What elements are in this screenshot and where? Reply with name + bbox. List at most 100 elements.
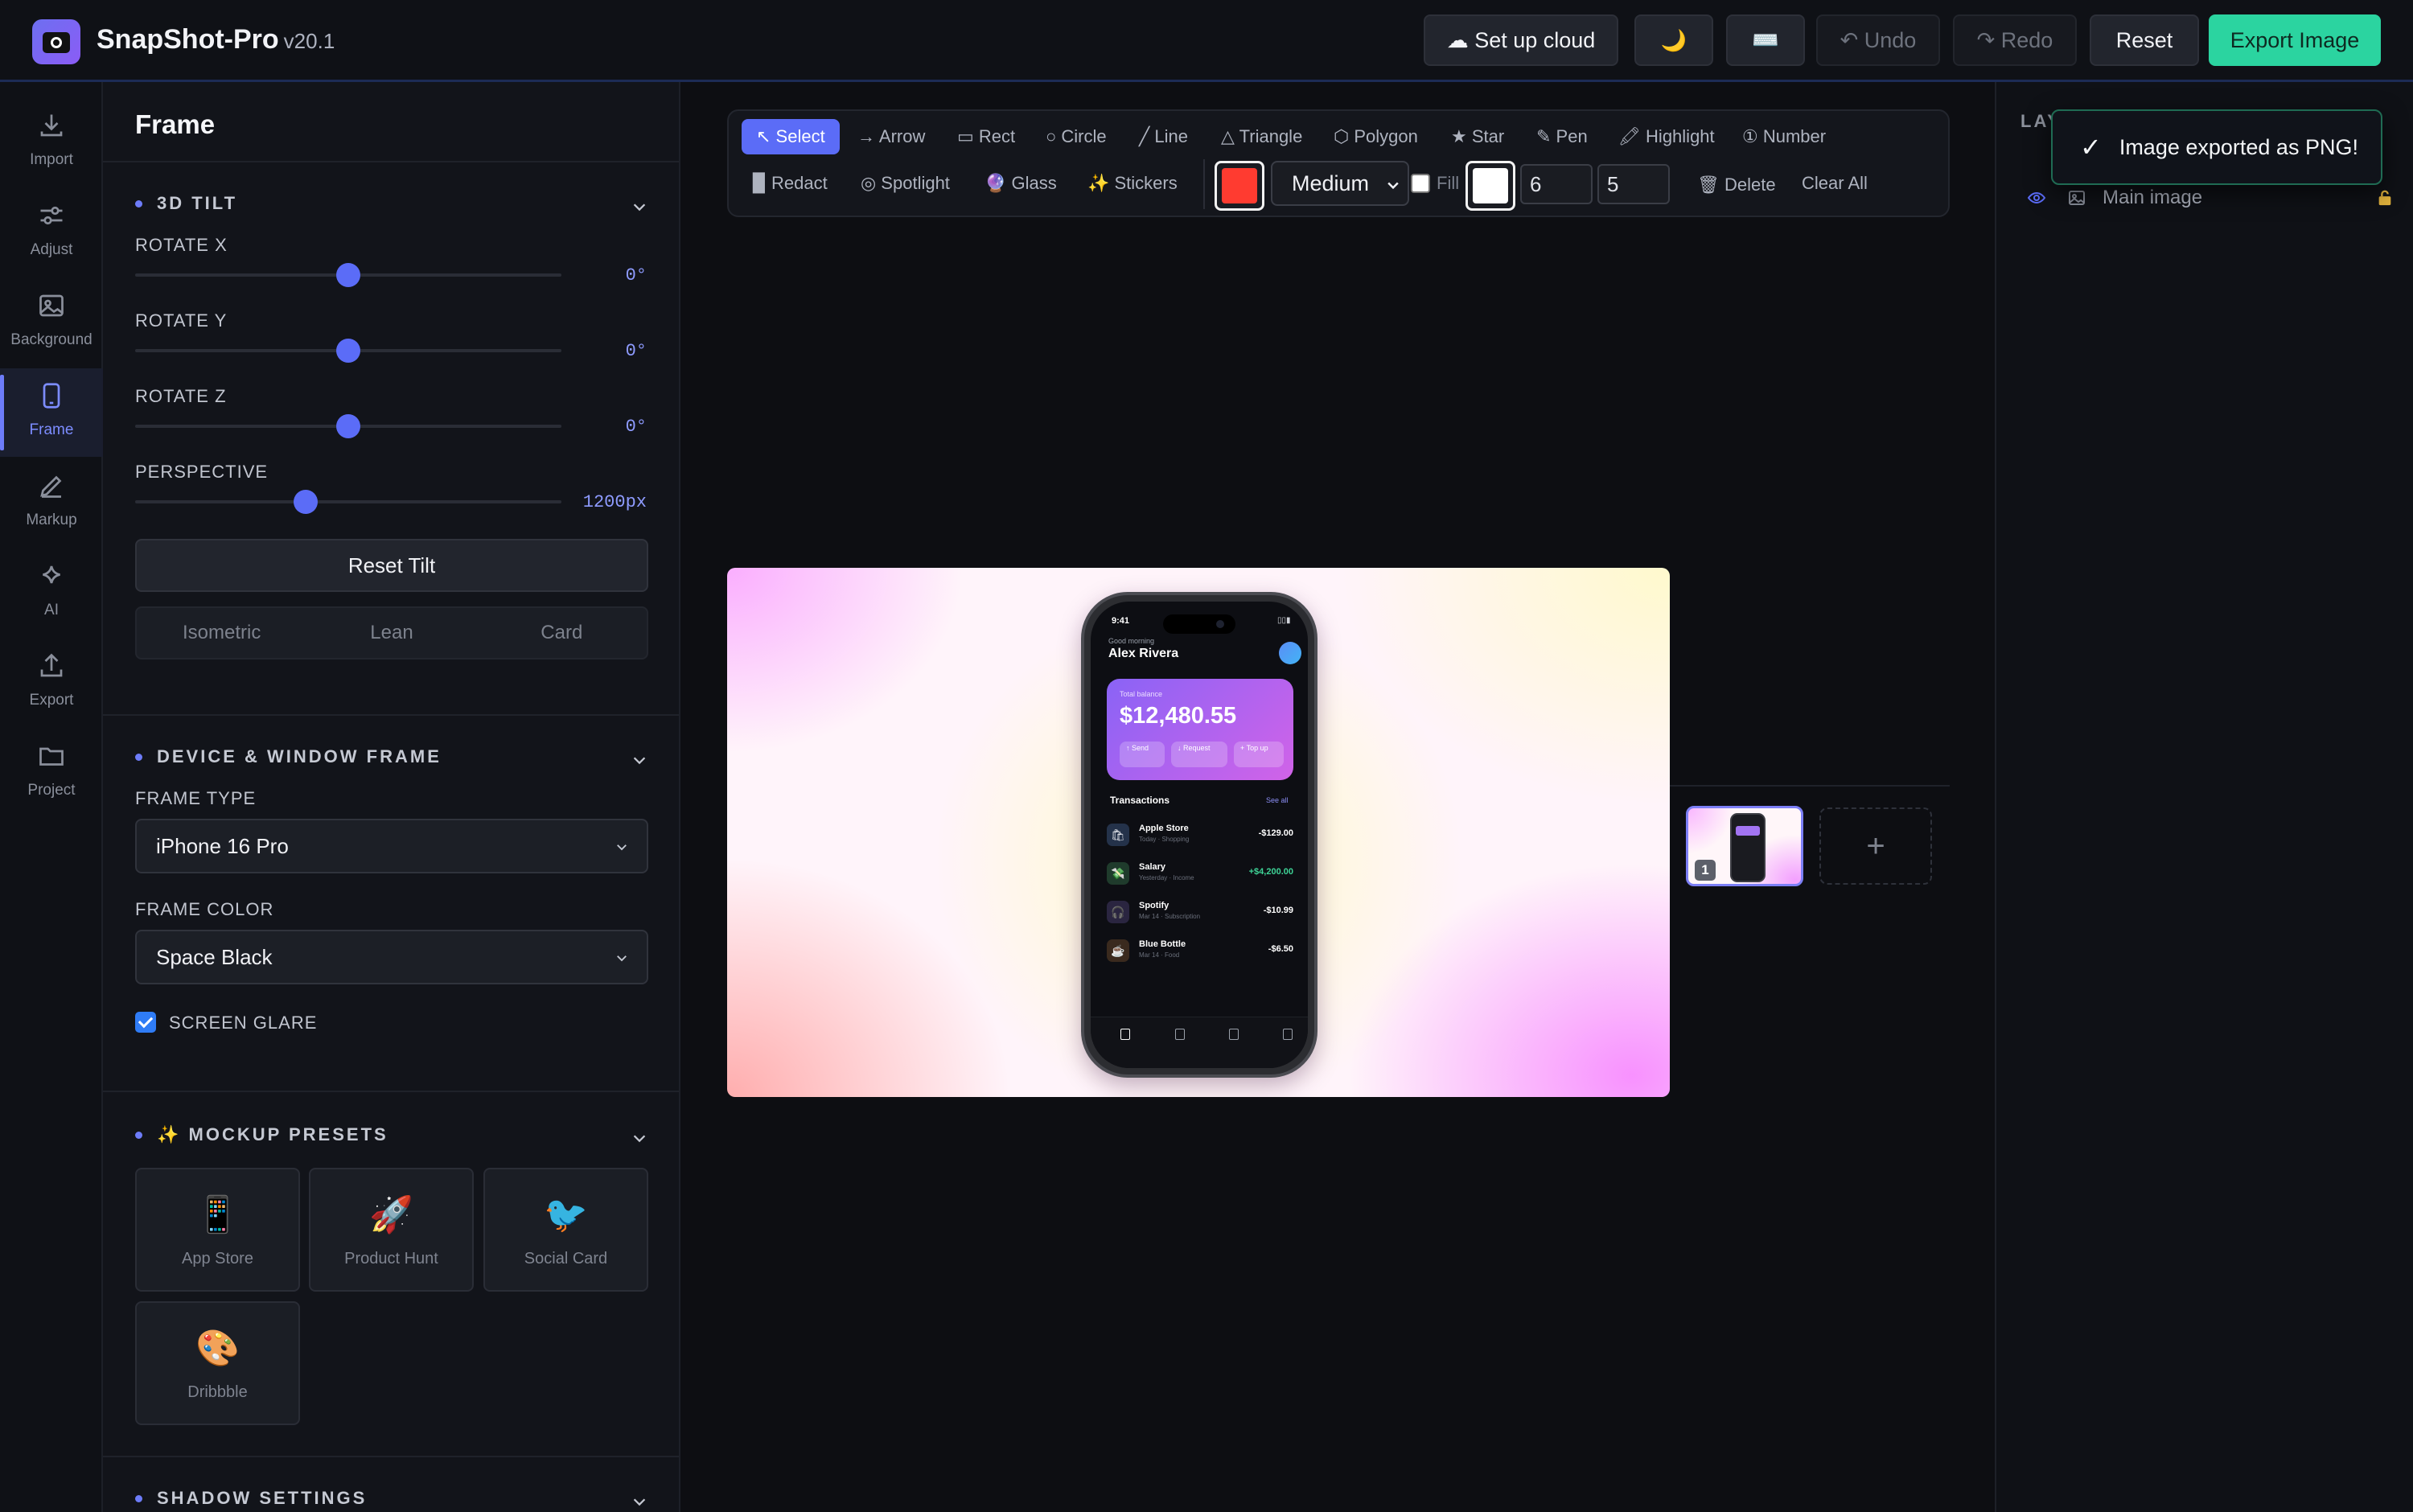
rail-item-export[interactable]: Export bbox=[0, 639, 103, 727]
mockup-preset-dribbble[interactable]: 🎨 Dribbble bbox=[135, 1301, 300, 1425]
chevron-down-icon[interactable] bbox=[631, 1129, 648, 1147]
canvas-stage[interactable]: 9:41 ▯▯▮ Good morning Alex Rivera Total … bbox=[727, 568, 1670, 1097]
fill-color-fill bbox=[1473, 168, 1508, 203]
rail-label: Export bbox=[29, 692, 74, 709]
slider-thumb[interactable] bbox=[336, 339, 360, 363]
tool-stickers[interactable]: ✨ Stickers bbox=[1087, 166, 1178, 201]
stroke-color-swatch[interactable] bbox=[1215, 161, 1264, 211]
tool-rect[interactable]: ▭ Rect bbox=[957, 119, 1015, 154]
rail-item-project[interactable]: Project bbox=[0, 729, 103, 817]
rail-item-adjust[interactable]: Adjust bbox=[0, 188, 103, 277]
stroke-size-select[interactable]: Medium bbox=[1271, 161, 1409, 206]
mockup-preset-label: Dribbble bbox=[187, 1383, 248, 1401]
opacity-input[interactable]: 5 bbox=[1597, 164, 1670, 204]
slider-thumb[interactable] bbox=[294, 490, 318, 514]
panel-title: Frame bbox=[135, 109, 216, 139]
app-version: v20.1 bbox=[283, 29, 335, 53]
slider-thumb[interactable] bbox=[336, 414, 360, 438]
export-success-toast: ✓ Image exported as PNG! bbox=[2051, 109, 2382, 185]
rotate-x-label: ROTATE X bbox=[135, 235, 228, 255]
setup-cloud-button[interactable]: ☁ Set up cloud bbox=[1424, 14, 1618, 66]
tool-highlight[interactable]: 🖍 Highlight bbox=[1618, 119, 1715, 154]
screen-glare-checkbox[interactable] bbox=[135, 1012, 156, 1033]
rail-label: Project bbox=[27, 782, 76, 799]
frame-type-value: iPhone 16 Pro bbox=[156, 833, 289, 858]
stroke-width-input[interactable]: 6 bbox=[1520, 164, 1593, 204]
chevron-down-icon bbox=[617, 955, 627, 962]
layer-row[interactable]: Main image bbox=[2027, 182, 2397, 214]
section-device-frame-title[interactable]: DEVICE & WINDOW FRAME bbox=[135, 746, 442, 767]
reset-tilt-button[interactable]: Reset Tilt bbox=[135, 539, 648, 592]
slide-thumbnail[interactable]: 1 bbox=[1686, 806, 1803, 886]
tool-line[interactable]: ╱ Line bbox=[1139, 119, 1188, 154]
tilt-preset-isometric[interactable]: Isometric bbox=[137, 608, 306, 658]
perspective-slider[interactable] bbox=[135, 490, 561, 514]
rail-item-markup[interactable]: Markup bbox=[0, 458, 103, 547]
mockup-preset-social-card[interactable]: 🐦 Social Card bbox=[483, 1168, 648, 1292]
tool-spotlight[interactable]: ◎ Spotlight bbox=[861, 166, 950, 201]
eye-icon[interactable] bbox=[2027, 188, 2046, 207]
mockup-preset-app-store[interactable]: 📱 App Store bbox=[135, 1168, 300, 1292]
chevron-down-icon[interactable] bbox=[631, 1493, 648, 1510]
export-image-button[interactable]: Export Image bbox=[2209, 14, 2381, 66]
toolbar-separator bbox=[1203, 159, 1205, 209]
tool-arrow[interactable]: → Arrow bbox=[857, 119, 925, 154]
mockup-preset-product-hunt[interactable]: 🚀 Product Hunt bbox=[309, 1168, 474, 1292]
tool-redact[interactable]: ▉ Redact bbox=[753, 166, 828, 201]
transactions-title: Transactions bbox=[1110, 795, 1170, 806]
iphone-mockup[interactable]: 9:41 ▯▯▮ Good morning Alex Rivera Total … bbox=[1081, 592, 1317, 1078]
status-icons: ▯▯▮ bbox=[1277, 616, 1291, 625]
palette-emoji-icon: 🎨 bbox=[195, 1329, 240, 1368]
rail-item-ai[interactable]: AI bbox=[0, 549, 103, 637]
keyboard-shortcuts-button[interactable]: ⌨️ bbox=[1726, 14, 1805, 66]
chevron-down-icon[interactable] bbox=[631, 751, 648, 769]
tool-pen[interactable]: ✎ Pen bbox=[1536, 119, 1588, 154]
phone-tab-bar bbox=[1091, 1017, 1308, 1068]
tool-rail: Import Adjust Background Frame Markup AI… bbox=[0, 82, 103, 1512]
transaction-amount: -$10.99 bbox=[1263, 906, 1293, 915]
undo-button[interactable]: ↶ Undo bbox=[1816, 14, 1940, 66]
rotate-z-slider[interactable] bbox=[135, 414, 561, 438]
rail-item-import[interactable]: Import bbox=[0, 98, 103, 187]
thumbnail-number-badge: 1 bbox=[1695, 860, 1716, 881]
divider bbox=[103, 1091, 679, 1092]
tool-glass[interactable]: 🔮 Glass bbox=[985, 166, 1057, 201]
rail-item-background[interactable]: Background bbox=[0, 278, 103, 367]
section-3d-tilt-title[interactable]: 3D TILT bbox=[135, 193, 237, 214]
image-layer-icon bbox=[2069, 191, 2085, 205]
delete-button[interactable]: 🗑 Delete bbox=[1697, 167, 1776, 203]
tilt-preset-card[interactable]: Card bbox=[477, 608, 647, 658]
slider-thumb[interactable] bbox=[336, 263, 360, 287]
stroke-size-value: Medium bbox=[1292, 171, 1370, 195]
tool-star[interactable]: ★ Star bbox=[1451, 119, 1504, 154]
add-slide-button[interactable]: + bbox=[1819, 807, 1932, 885]
rotate-y-slider[interactable] bbox=[135, 339, 561, 363]
fill-color-swatch[interactable] bbox=[1465, 161, 1515, 211]
rocket-emoji-icon: 🚀 bbox=[369, 1195, 413, 1235]
tool-number[interactable]: ① Number bbox=[1742, 119, 1826, 154]
chevron-down-icon[interactable] bbox=[631, 198, 648, 216]
frame-color-select[interactable]: Space Black bbox=[135, 930, 648, 984]
rail-item-frame[interactable]: Frame bbox=[0, 368, 103, 457]
tool-polygon[interactable]: ⬡ Polygon bbox=[1334, 119, 1418, 154]
tool-triangle[interactable]: △ Triangle bbox=[1221, 119, 1302, 154]
lock-icon[interactable] bbox=[2376, 188, 2394, 207]
rotate-x-slider[interactable] bbox=[135, 263, 561, 287]
transaction-sub: Mar 14 · Subscription bbox=[1139, 913, 1201, 920]
fill-checkbox[interactable] bbox=[1411, 174, 1430, 193]
thumbnail-phone-preview bbox=[1730, 813, 1766, 882]
section-shadow-settings-title[interactable]: SHADOW SETTINGS bbox=[135, 1488, 367, 1509]
redo-button[interactable]: ↷ Redo bbox=[1953, 14, 2077, 66]
tool-circle[interactable]: ○ Circle bbox=[1046, 119, 1107, 154]
clear-all-button[interactable]: Clear All bbox=[1802, 166, 1868, 201]
perspective-value: 1200px bbox=[582, 492, 647, 512]
section-mockup-presets-title[interactable]: ✨ MOCKUP PRESETS bbox=[135, 1124, 388, 1145]
theme-toggle-button[interactable]: 🌙 bbox=[1634, 14, 1713, 66]
rotate-z-label: ROTATE Z bbox=[135, 386, 227, 406]
frame-type-select[interactable]: iPhone 16 Pro bbox=[135, 819, 648, 873]
divider bbox=[103, 161, 679, 162]
reset-button[interactable]: Reset bbox=[2090, 14, 2199, 66]
tool-select[interactable]: ↖ Select bbox=[742, 119, 840, 154]
tilt-preset-lean[interactable]: Lean bbox=[306, 608, 476, 658]
rail-label: Frame bbox=[29, 421, 74, 438]
